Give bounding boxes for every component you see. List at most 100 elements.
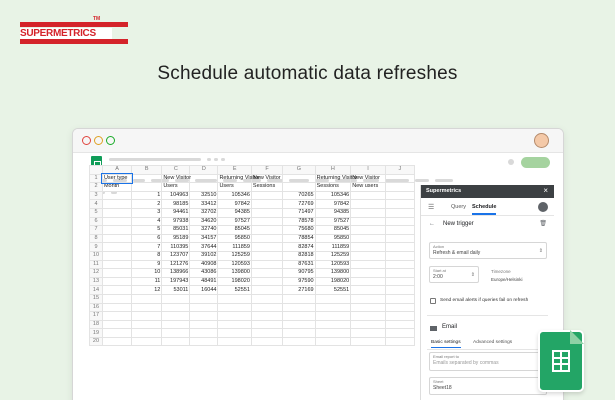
cell[interactable] [217, 302, 252, 313]
cell[interactable]: 197943 [161, 276, 191, 287]
cell[interactable] [384, 328, 416, 338]
cell[interactable]: New Visitor [161, 173, 191, 184]
cell[interactable]: 97842 [217, 199, 252, 209]
user-icon[interactable] [538, 202, 548, 212]
cell[interactable]: 85045 [217, 225, 252, 235]
cell[interactable] [384, 250, 416, 261]
close-icon[interactable]: × [543, 186, 548, 195]
cell[interactable]: 9 [131, 259, 163, 270]
cell[interactable] [250, 311, 284, 321]
cell[interactable] [189, 302, 219, 313]
cell[interactable] [250, 293, 284, 304]
cell[interactable]: 32702 [189, 207, 219, 218]
cell[interactable] [101, 259, 133, 270]
cell[interactable] [384, 311, 416, 321]
cell[interactable] [101, 302, 133, 313]
cell[interactable]: 48491 [189, 276, 219, 287]
cell[interactable]: 2 [131, 199, 163, 209]
cell[interactable] [384, 285, 416, 295]
cell[interactable] [350, 311, 386, 321]
row-number[interactable]: 5 [89, 207, 103, 218]
cell[interactable]: 10 [131, 268, 163, 278]
cell[interactable]: 125259 [217, 250, 252, 261]
cell[interactable]: 34620 [189, 216, 219, 227]
cell[interactable] [101, 285, 133, 295]
account-avatar[interactable] [534, 133, 549, 148]
row-number[interactable]: 2 [89, 182, 103, 192]
cell[interactable] [314, 302, 352, 313]
cell[interactable] [314, 293, 352, 304]
cell[interactable]: 12 [131, 285, 163, 295]
cell[interactable] [131, 173, 163, 184]
cell[interactable]: 34157 [189, 233, 219, 244]
cell[interactable]: 70265 [282, 190, 316, 201]
trash-icon[interactable]: 🗑 [539, 220, 547, 227]
cell[interactable]: New Visitor [250, 173, 284, 184]
tab-schedule[interactable]: Schedule [472, 204, 497, 215]
row-number[interactable]: 19 [89, 328, 103, 338]
cell[interactable]: 82818 [282, 250, 316, 261]
cell[interactable] [189, 311, 219, 321]
cell[interactable] [250, 199, 284, 209]
cell[interactable] [250, 319, 284, 330]
cell[interactable]: 71497 [282, 207, 316, 218]
cell[interactable] [101, 319, 133, 330]
action-select[interactable]: Action Refresh & email daily ⇕ [429, 242, 547, 259]
cell[interactable] [101, 250, 133, 261]
toolbar-placeholder-15[interactable] [415, 179, 429, 182]
cell[interactable] [131, 319, 163, 330]
window-minimize-dot[interactable] [94, 136, 103, 145]
cell[interactable] [250, 207, 284, 218]
cell[interactable] [350, 207, 386, 218]
cloud-placeholder[interactable] [221, 158, 225, 161]
cell[interactable]: 198020 [217, 276, 252, 287]
row-number[interactable]: 12 [89, 268, 103, 278]
cell[interactable] [189, 319, 219, 330]
cell[interactable] [217, 311, 252, 321]
cell[interactable] [161, 302, 191, 313]
cell[interactable]: 52551 [314, 285, 352, 295]
cell[interactable]: Sessions [314, 182, 352, 192]
row-number[interactable]: 8 [89, 233, 103, 244]
row-number[interactable]: 18 [89, 319, 103, 330]
cell[interactable]: 120593 [217, 259, 252, 270]
row-number[interactable]: 9 [89, 242, 103, 252]
cell[interactable]: 39102 [189, 250, 219, 261]
cell[interactable] [189, 293, 219, 304]
cell[interactable]: 120593 [314, 259, 352, 270]
column-header[interactable]: C [161, 165, 191, 175]
cell[interactable]: 138966 [161, 268, 191, 278]
cell[interactable] [161, 311, 191, 321]
doc-title-placeholder[interactable] [109, 158, 201, 161]
cell[interactable]: 97842 [314, 199, 352, 209]
cell[interactable]: 95850 [217, 233, 252, 244]
comments-icon[interactable] [508, 159, 514, 165]
cell[interactable] [250, 268, 284, 278]
cell[interactable]: 52551 [217, 285, 252, 295]
cell[interactable] [250, 250, 284, 261]
cell[interactable]: 78578 [282, 216, 316, 227]
cell[interactable]: Returning Visitor [217, 173, 260, 184]
email-report-input[interactable]: Email report to Emails separated by comm… [429, 352, 547, 371]
cell[interactable]: 121276 [161, 259, 191, 270]
cell[interactable] [217, 336, 252, 347]
tab-basic-settings[interactable]: Basic settings [431, 340, 461, 348]
cell[interactable] [282, 328, 316, 338]
cell[interactable] [161, 293, 191, 304]
cell[interactable] [131, 293, 163, 304]
cell[interactable]: 75680 [282, 225, 316, 235]
cell[interactable] [131, 302, 163, 313]
cell[interactable] [189, 173, 219, 184]
cell[interactable] [384, 293, 416, 304]
cell[interactable] [217, 293, 252, 304]
cell[interactable] [101, 242, 133, 252]
cell[interactable]: 6 [131, 233, 163, 244]
cell[interactable] [350, 250, 386, 261]
cell[interactable]: 123707 [161, 250, 191, 261]
cell[interactable] [384, 173, 416, 184]
column-header[interactable]: J [384, 165, 416, 175]
cell[interactable] [384, 336, 416, 347]
cell[interactable] [314, 328, 352, 338]
cell[interactable] [384, 319, 416, 330]
cell[interactable] [161, 328, 191, 338]
